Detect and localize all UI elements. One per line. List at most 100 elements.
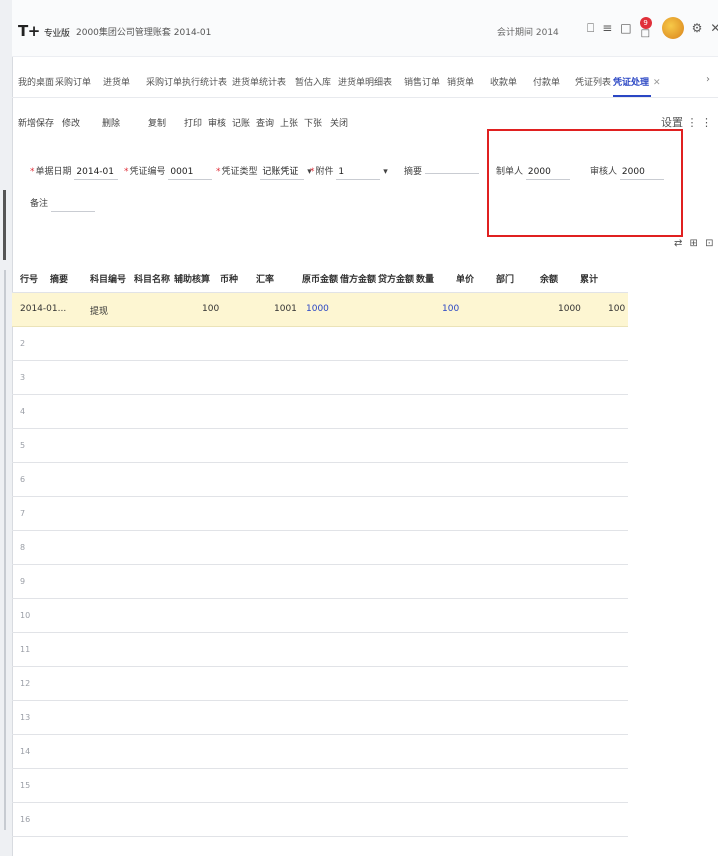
app-logo[interactable]: T+ 专业版 [18,22,70,40]
notification-badge[interactable]: 9 □ [639,17,654,39]
col-account-code[interactable]: 科目编号 [90,272,126,285]
tab-desktop[interactable]: 我的桌面 [18,75,54,88]
cell-credit[interactable]: 100 [442,304,459,314]
toolbar-new[interactable]: 新增 [18,116,36,129]
table-row[interactable]: 12 [12,667,628,701]
col-total[interactable]: 累计 [580,272,598,285]
chevron-down-icon[interactable]: ▾ [383,167,388,177]
tab-purchase-order[interactable]: 采购订单 [55,75,91,88]
summary-input[interactable] [424,171,479,174]
company-account-selector[interactable]: 2000集团公司管理账套 2014-01 [76,25,211,38]
remark-input[interactable] [50,199,95,212]
tab-voucher-active[interactable]: 凭证处理 ✕ [613,75,661,97]
toolbar-copy[interactable]: 复制 [148,116,166,129]
col-rate[interactable]: 汇率 [256,272,274,285]
date-input[interactable]: 2014-01 [74,167,119,180]
tab-estimated-stock[interactable]: 暂估入库 [295,75,331,88]
table-row[interactable]: 3 [12,361,628,395]
attachment-input[interactable]: 1 [336,167,381,180]
voucher-no-input[interactable]: 0001 [168,167,213,180]
toolbar-next[interactable]: 下张 [304,116,322,129]
table-row[interactable]: 11 [12,633,628,667]
date-field[interactable]: *单据日期 2014-01 [30,164,119,180]
table-row[interactable]: 16 [12,803,628,837]
toolbar-query[interactable]: 查询 [256,116,274,129]
table-row[interactable]: 7 [12,497,628,531]
tab-receipt-report[interactable]: 进货单统计表 [232,75,286,88]
table-row[interactable]: 9 [12,565,628,599]
cell-total[interactable]: 100 [608,304,625,314]
tab-receipt[interactable]: 进货单 [103,75,130,88]
help-icon[interactable]: ≡ [602,17,612,39]
toolbar-close[interactable]: 关闭 [330,116,348,129]
col-credit[interactable]: 贷方金额 [378,272,414,285]
table-row[interactable]: 14 [12,735,628,769]
col-price[interactable]: 单价 [456,272,474,285]
tab-collection[interactable]: 收款单 [490,75,517,88]
table-row[interactable]: 10 [12,599,628,633]
tab-sales-order[interactable]: 销售订单 [404,75,440,88]
col-orig-amount[interactable]: 原币金额 [302,272,338,285]
col-row-no[interactable]: 行号 [20,272,38,285]
user-icon[interactable]: ⎕ [587,17,594,39]
tab-sales-delivery[interactable]: 销货单 [447,75,474,88]
row-number: 6 [20,475,26,484]
voucher-type-field[interactable]: *凭证类型 记账凭证 ▾ [216,164,312,180]
cell-summary[interactable]: 提现 [90,304,108,317]
tabs-more-icon[interactable]: › [706,74,710,85]
toolbar-post[interactable]: 记账 [232,116,250,129]
left-edge-handle[interactable] [3,190,6,260]
cell-debit-link[interactable]: 1000 [306,304,329,314]
voucher-no-field[interactable]: *凭证编号 0001 [124,164,213,180]
attachment-field[interactable]: *附件 1 ▾ [310,164,388,180]
cell-qty[interactable]: 100 [202,304,219,314]
toolbar-edit[interactable]: 修改 [62,116,80,129]
accounting-period[interactable]: 会计期间 2014 [497,25,559,38]
table-row[interactable]: 8 [12,531,628,565]
tab-voucher-list[interactable]: 凭证列表 [575,75,611,88]
cell-date[interactable]: 2014-01... [20,304,66,314]
cell-orig-amount[interactable]: 1001 [274,304,297,314]
summary-field[interactable]: 摘要 [404,164,479,177]
col-currency[interactable]: 币种 [220,272,238,285]
table-row[interactable]: 6 [12,463,628,497]
col-debit[interactable]: 借方金额 [340,272,376,285]
toolbar-audit[interactable]: 审核 [208,116,226,129]
date-label: 单据日期 [35,167,72,177]
tab-close-icon[interactable]: ✕ [653,78,661,88]
table-row[interactable]: 2014-01... 提现 100 1001 1000 100 1000 100 [12,293,628,327]
table-row[interactable]: 5 [12,429,628,463]
col-account-name[interactable]: 科目名称 [134,272,170,285]
row-number: 15 [20,781,31,790]
toolbar-save[interactable]: 保存 [36,116,54,129]
settings-icon[interactable]: ⚙ [692,17,703,39]
table-row[interactable]: 4 [12,395,628,429]
toolbar-print[interactable]: 打印 [184,116,202,129]
col-balance[interactable]: 余额 [540,272,558,285]
tab-payment[interactable]: 付款单 [533,75,560,88]
voucher-no-label: 凭证编号 [129,167,166,177]
toolbar-delete[interactable]: 删除 [102,116,120,129]
close-icon[interactable]: ✕ [710,17,718,39]
col-qty[interactable]: 数量 [416,272,434,285]
table-row[interactable]: 13 [12,701,628,735]
left-edge-scrollbar[interactable] [4,270,6,830]
cell-balance[interactable]: 1000 [558,304,581,314]
table-row[interactable]: 2 [12,327,628,361]
col-dept[interactable]: 部门 [496,272,514,285]
tab-po-execution-report[interactable]: 采购订单执行统计表 [146,75,227,88]
row-number: 3 [20,373,26,382]
remark-field[interactable]: 备注 [30,196,95,212]
col-aux[interactable]: 辅助核算 [174,272,210,285]
grid-column-settings-icon[interactable]: ⇄ ⊞ ⊡ [674,238,716,249]
toolbar-prev[interactable]: 上张 [280,116,298,129]
tab-receipt-detail[interactable]: 进货单明细表 [338,75,392,88]
table-row[interactable]: 15 [12,769,628,803]
voucher-type-select[interactable]: 记账凭证 [260,164,305,180]
row-number: 11 [20,645,31,654]
col-summary[interactable]: 摘要 [50,272,68,285]
avatar[interactable] [661,17,684,39]
menu-icon[interactable]: □ [620,17,631,39]
title-bar: T+ 专业版 2000集团公司管理账套 2014-01 会计期间 2014 ⎕ … [12,0,718,57]
toolbar-settings-icon[interactable]: 设置 ⋮ ⋮ [661,114,712,130]
